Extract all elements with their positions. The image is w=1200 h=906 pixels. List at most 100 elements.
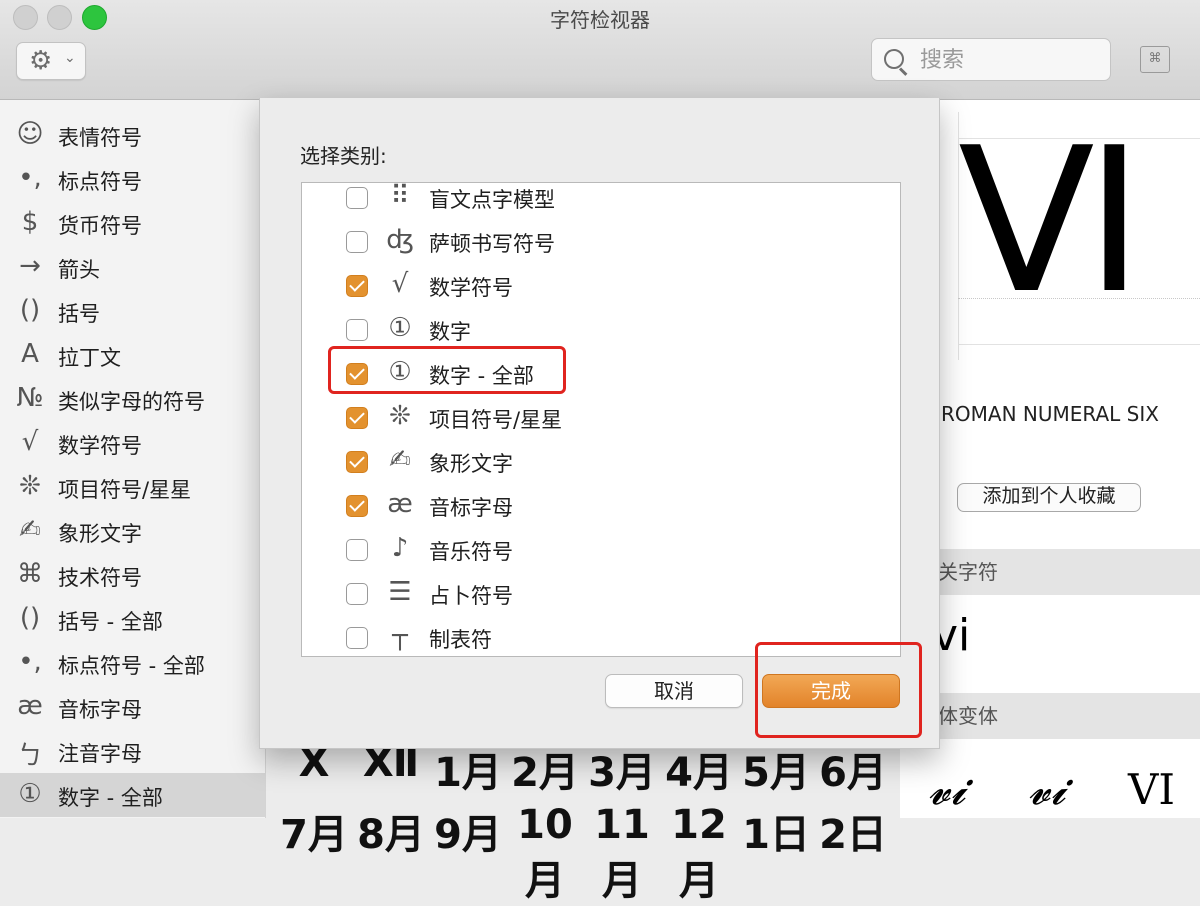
keyboard-viewer-button[interactable]: ⌘	[1140, 46, 1170, 73]
window-title: 字符检视器	[550, 8, 650, 32]
sidebar-item-math[interactable]: √ 数学符号	[0, 421, 265, 465]
chevron-down-icon: ⌄	[64, 50, 76, 66]
list-item-label: 象形文字	[429, 452, 513, 476]
checkbox[interactable]	[346, 319, 368, 341]
checkbox[interactable]	[346, 275, 368, 297]
sidebar-item-brackets-all[interactable]: () 括号 - 全部	[0, 597, 265, 641]
sidebar-item-label: 表情符号	[58, 126, 142, 150]
punctuation-icon: •,	[18, 647, 42, 677]
checkbox[interactable]	[346, 187, 368, 209]
sidebar-item-bopomofo[interactable]: ㄅ 注音字母	[0, 729, 265, 773]
sidebar-item-pictographs[interactable]: ✍ 象形文字	[0, 509, 265, 553]
grid-cell[interactable]: 1日	[738, 802, 814, 860]
sidebar-item-punctuation[interactable]: •, 标点符号	[0, 157, 265, 201]
glyph-large: VI	[958, 105, 1144, 338]
list-item[interactable]: √ 数学符号	[302, 265, 900, 309]
grid-cell[interactable]: 2日	[815, 802, 891, 860]
list-item-label: 数学符号	[429, 276, 513, 300]
sutton-signwriting-icon: ʤ	[386, 225, 414, 255]
grid-cell[interactable]: 9月	[430, 802, 506, 860]
sidebar-item-brackets[interactable]: () 括号	[0, 289, 265, 333]
list-item-label: 音乐符号	[429, 540, 513, 564]
glyph-preview: VI	[958, 105, 1200, 360]
add-to-favorites-button[interactable]: 添加到个人收藏	[957, 483, 1141, 512]
list-item-label: 音标字母	[429, 496, 513, 520]
sidebar-item-label: 标点符号 - 全部	[58, 654, 205, 678]
music-note-icon: ♪	[391, 533, 409, 563]
font-variant[interactable]: VI	[1128, 765, 1175, 814]
sidebar-item-currency[interactable]: $ 货币符号	[0, 201, 265, 245]
font-variations-header: 体变体	[900, 693, 1200, 739]
cancel-button[interactable]: 取消	[605, 674, 743, 708]
command-icon: ⌘	[17, 559, 43, 589]
sidebar-item-letterlike[interactable]: № 类似字母的符号	[0, 377, 265, 421]
sidebar-item-label: 数学符号	[58, 434, 142, 458]
bopomofo-icon: ㄅ	[16, 741, 43, 771]
punctuation-icon: •,	[18, 163, 42, 193]
checkbox[interactable]	[346, 407, 368, 429]
writing-hand-icon: ✍	[19, 515, 41, 545]
search-input[interactable]	[918, 45, 1102, 75]
parentheses-icon: ()	[19, 295, 41, 325]
font-variant[interactable]: 𝓿𝓲	[1028, 765, 1066, 815]
action-menu-button[interactable]: ⚙ ⌄	[16, 42, 86, 80]
category-sidebar: ☺ 表情符号 •, 标点符号 $ 货币符号 → 箭头 () 括号 A 拉丁文 №…	[0, 100, 266, 818]
trigram-icon: ☰	[388, 577, 412, 607]
sidebar-item-bullets[interactable]: ❊ 项目符号/星星	[0, 465, 265, 509]
asterisk-icon: ❊	[19, 471, 41, 501]
gear-icon: ⚙	[29, 46, 53, 76]
letter-a-icon: A	[21, 339, 39, 369]
sidebar-item-label: 括号 - 全部	[58, 610, 163, 634]
category-list[interactable]: ⠿ 盲文点字模型 ʤ 萨顿书写符号 √ 数学符号 ① 数字 ① 数字 - 全部 …	[301, 182, 901, 657]
sidebar-item-label: 货币符号	[58, 214, 142, 238]
character-detail-panel: VI ROMAN NUMERAL SIX 添加到个人收藏 关字符 vi 体变体 …	[900, 100, 1200, 818]
sidebar-item-label: 数字 - 全部	[58, 786, 163, 810]
list-item[interactable]: ʤ 萨顿书写符号	[302, 221, 900, 265]
sidebar-item-technical[interactable]: ⌘ 技术符号	[0, 553, 265, 597]
arrow-icon: →	[19, 251, 41, 281]
sidebar-item-digits-all[interactable]: ① 数字 - 全部	[0, 773, 265, 817]
character-name: ROMAN NUMERAL SIX	[941, 402, 1159, 426]
dollar-icon: $	[21, 207, 39, 237]
sidebar-item-label: 类似字母的符号	[58, 390, 205, 414]
sidebar-item-label: 音标字母	[58, 698, 142, 722]
list-item[interactable]: ❊ 项目符号/星星	[302, 397, 900, 441]
sidebar-item-punctuation-all[interactable]: •, 标点符号 - 全部	[0, 641, 265, 685]
highlight-box	[755, 642, 922, 738]
checkbox[interactable]	[346, 231, 368, 253]
checkbox[interactable]	[346, 451, 368, 473]
list-item[interactable]: æ 音标字母	[302, 485, 900, 529]
list-item-label: 盲文点字模型	[429, 188, 555, 212]
square-root-icon: √	[21, 427, 39, 457]
command-icon: ⌘	[1148, 51, 1162, 66]
highlight-box	[328, 346, 566, 394]
numero-icon: №	[16, 383, 44, 413]
sidebar-item-phonetic[interactable]: æ 音标字母	[0, 685, 265, 729]
list-item[interactable]: ⠿ 盲文点字模型	[302, 183, 900, 221]
font-variant[interactable]: 𝓿𝓲	[928, 765, 966, 815]
ae-ligature-icon: æ	[387, 489, 413, 519]
list-item-label: 萨顿书写符号	[429, 232, 555, 256]
toolbar: 字符检视器 ⚙ ⌄ ⌘	[0, 0, 1200, 100]
related-characters-header: 关字符	[900, 549, 1200, 595]
sidebar-item-arrows[interactable]: → 箭头	[0, 245, 265, 289]
search-field[interactable]	[871, 38, 1111, 81]
checkbox[interactable]	[346, 583, 368, 605]
checkbox[interactable]	[346, 539, 368, 561]
list-item-label: 制表符	[429, 628, 492, 652]
sidebar-item-emoji[interactable]: ☺ 表情符号	[0, 113, 265, 157]
grid-cell[interactable]: 8月	[353, 802, 429, 860]
ae-ligature-icon: æ	[17, 691, 43, 721]
list-item[interactable]: ✍ 象形文字	[302, 441, 900, 485]
checkbox[interactable]	[346, 495, 368, 517]
list-item-label: 数字	[429, 320, 471, 344]
sidebar-item-label: 箭头	[58, 258, 100, 282]
parentheses-icon: ()	[19, 603, 41, 633]
sidebar-item-label: 标点符号	[58, 170, 142, 194]
list-item[interactable]: ☰ 占卜符号	[302, 573, 900, 617]
sidebar-item-latin[interactable]: A 拉丁文	[0, 333, 265, 377]
list-item[interactable]: ♪ 音乐符号	[302, 529, 900, 573]
grid-cell[interactable]: 7月	[276, 802, 352, 860]
sidebar-item-label: 括号	[58, 302, 100, 326]
checkbox[interactable]	[346, 627, 368, 649]
